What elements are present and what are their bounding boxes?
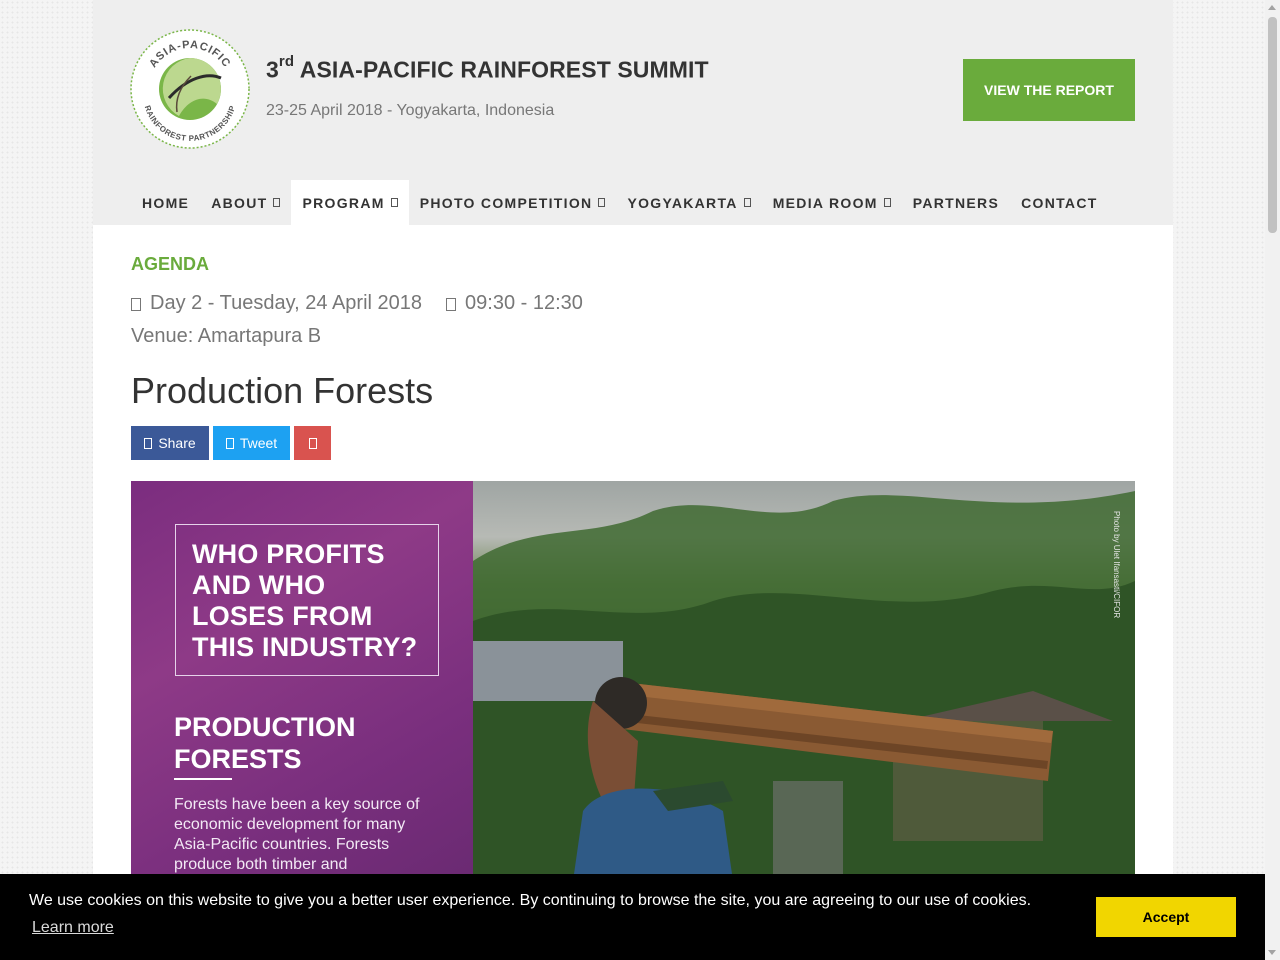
hero-heading: PRODUCTION FORESTS — [174, 712, 356, 774]
clock-icon — [446, 298, 457, 311]
page-container: ASIA-PACIFIC RAINFOREST PARTNERSHIP 3rd … — [93, 0, 1173, 960]
session-time: 09:30 - 12:30 — [465, 292, 583, 314]
hero-question-box: WHO PROFITS AND WHO LOSES FROM THIS INDU… — [175, 524, 439, 676]
page-scrollbar[interactable] — [1265, 0, 1280, 960]
facebook-icon — [144, 437, 153, 449]
session-meta: Day 2 - Tuesday, 24 April 2018 09:30 - 1… — [131, 292, 583, 315]
hero-text-panel: WHO PROFITS AND WHO LOSES FROM THIS INDU… — [131, 481, 473, 881]
dropdown-icon — [883, 198, 891, 207]
site-title[interactable]: 3rd ASIA-PACIFIC RAINFOREST SUMMIT — [266, 53, 709, 84]
site-title-ordinal: rd — [278, 53, 295, 70]
nav-contact[interactable]: CONTACT — [1010, 180, 1109, 225]
hero-body-text: Forests have been a key source of econom… — [174, 796, 420, 873]
nav-home[interactable]: HOME — [131, 180, 200, 225]
nav-yogyakarta[interactable]: YOGYAKARTA — [616, 180, 761, 225]
cookie-accept-button[interactable]: Accept — [1096, 897, 1236, 937]
dropdown-icon — [598, 198, 606, 207]
pinterest-share-button[interactable] — [294, 426, 331, 460]
pinterest-icon — [308, 437, 317, 449]
photo-credit: Photo by Ulet Ifansasti/CIFOR — [1112, 511, 1121, 619]
forest-photo-illustration — [473, 491, 1135, 881]
cookie-banner — [0, 874, 1265, 960]
nav-about[interactable]: ABOUT — [200, 180, 291, 225]
twitter-icon — [225, 437, 234, 449]
site-header: ASIA-PACIFIC RAINFOREST PARTNERSHIP 3rd … — [93, 0, 1173, 225]
dropdown-icon — [390, 198, 398, 207]
hero-photo: Photo by Ulet Ifansasti/CIFOR — [473, 481, 1135, 881]
scroll-up-icon[interactable] — [1268, 5, 1276, 10]
nav-photo-competition[interactable]: PHOTO COMPETITION — [409, 180, 617, 225]
dropdown-icon — [743, 198, 751, 207]
agenda-label: AGENDA — [131, 254, 210, 274]
nav-partners[interactable]: PARTNERS — [902, 180, 1010, 225]
summit-logo[interactable]: ASIA-PACIFIC RAINFOREST PARTNERSHIP — [129, 28, 251, 150]
twitter-share-button[interactable]: Tweet — [213, 426, 290, 460]
site-title-number: 3 — [266, 56, 279, 83]
cookie-learn-more-link[interactable]: Learn more — [32, 919, 114, 937]
hero-question: WHO PROFITS AND WHO LOSES FROM THIS INDU… — [192, 539, 418, 662]
hero-divider — [174, 778, 232, 780]
cookie-message: We use cookies on this website to give y… — [29, 892, 1032, 909]
hero-banner: WHO PROFITS AND WHO LOSES FROM THIS INDU… — [131, 481, 1135, 881]
scroll-down-icon[interactable] — [1268, 950, 1276, 955]
facebook-share-button[interactable]: Share — [131, 426, 209, 460]
session-venue: Venue: Amartapura B — [131, 325, 322, 347]
site-title-main: ASIA-PACIFIC RAINFOREST SUMMIT — [299, 56, 709, 83]
scroll-thumb[interactable] — [1268, 17, 1277, 233]
main-nav: HOME ABOUT PROGRAM PHOTO COMPETITION YOG… — [131, 180, 1109, 225]
view-report-button[interactable]: VIEW THE REPORT — [963, 59, 1135, 121]
page-title: Production Forests — [131, 370, 434, 411]
nav-media-room[interactable]: MEDIA ROOM — [762, 180, 902, 225]
session-day: Day 2 - Tuesday, 24 April 2018 — [150, 292, 423, 314]
calendar-icon — [131, 298, 141, 311]
share-buttons: Share Tweet — [131, 426, 331, 460]
summit-dates: 23-25 April 2018 - Yogyakarta, Indonesia — [266, 102, 555, 119]
nav-program[interactable]: PROGRAM — [291, 180, 409, 225]
dropdown-icon — [273, 198, 281, 207]
